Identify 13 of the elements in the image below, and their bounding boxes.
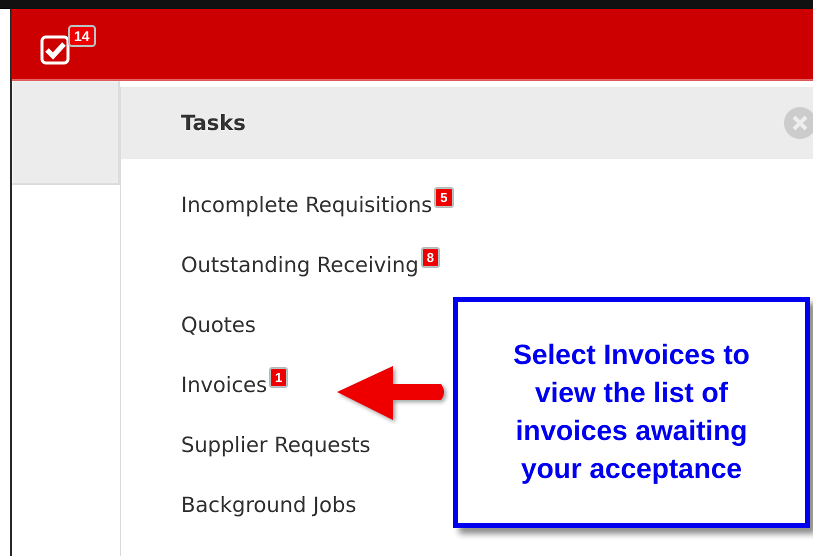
count-badge: 1 [269, 367, 288, 388]
task-link[interactable]: Quotes [181, 311, 256, 340]
count-badge: 14 [68, 25, 96, 47]
panel-title: Tasks [181, 111, 246, 135]
checkbox-icon[interactable] [40, 35, 70, 65]
task-link[interactable]: Outstanding Receiving [181, 251, 419, 280]
callout-text: Select Invoices to view the list of invoices awaiting your acceptance [512, 338, 751, 486]
task-link[interactable]: Invoices [181, 371, 268, 400]
task-link[interactable]: Supplier Requests [181, 431, 370, 460]
task-link[interactable]: Background Jobs [181, 491, 356, 520]
count-badge: 5 [434, 187, 454, 208]
task-link[interactable]: Incomplete Requisitions [181, 191, 432, 220]
count-badge: 8 [420, 247, 440, 268]
